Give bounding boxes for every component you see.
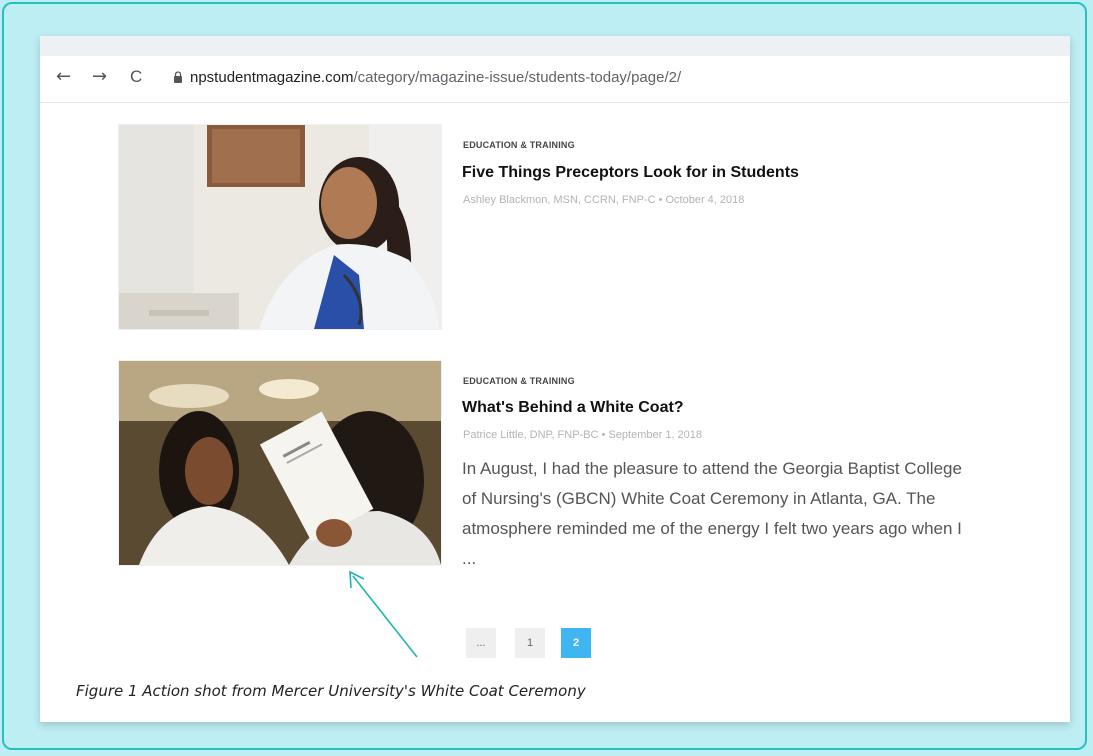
url-path: /category/magazine-issue/students-today/…	[353, 69, 682, 86]
article-category[interactable]: EDUCATION & TRAINING	[463, 140, 575, 150]
pagination-page-1[interactable]: 1	[515, 628, 545, 658]
article-category[interactable]: EDUCATION & TRAINING	[463, 376, 575, 386]
article-title[interactable]: Five Things Preceptors Look for in Stude…	[462, 164, 799, 182]
back-arrow-icon[interactable]: ←	[56, 67, 71, 87]
article-thumbnail-doctor[interactable]	[118, 124, 442, 330]
screenshot-card: ← → C npstudentmagazine.com/category/mag…	[40, 36, 1070, 722]
url-field[interactable]: npstudentmagazine.com/category/magazine-…	[190, 69, 681, 86]
article-meta: Ashley Blackmon, MSN, CCRN, FNP-C • Octo…	[463, 194, 745, 206]
lock-icon	[174, 71, 182, 83]
figure-caption: Figure 1 Action shot from Mercer Univers…	[76, 682, 586, 700]
browser-address-bar: ← → C npstudentmagazine.com/category/mag…	[40, 56, 1070, 103]
pagination-ellipsis[interactable]: ...	[466, 628, 496, 658]
article-excerpt: In August, I had the pleasure to attend …	[462, 459, 962, 568]
article-thumbnail-white-coat[interactable]	[118, 360, 442, 566]
article-meta: Patrice Little, DNP, FNP-BC • September …	[463, 429, 703, 441]
pagination-page-2[interactable]: 2	[561, 628, 591, 658]
forward-arrow-icon[interactable]: →	[92, 67, 107, 87]
browser-tab-strip	[40, 36, 1070, 57]
reload-icon[interactable]: C	[130, 67, 142, 87]
url-domain: npstudentmagazine.com	[190, 69, 354, 86]
article-title[interactable]: What's Behind a White Coat?	[462, 399, 684, 417]
